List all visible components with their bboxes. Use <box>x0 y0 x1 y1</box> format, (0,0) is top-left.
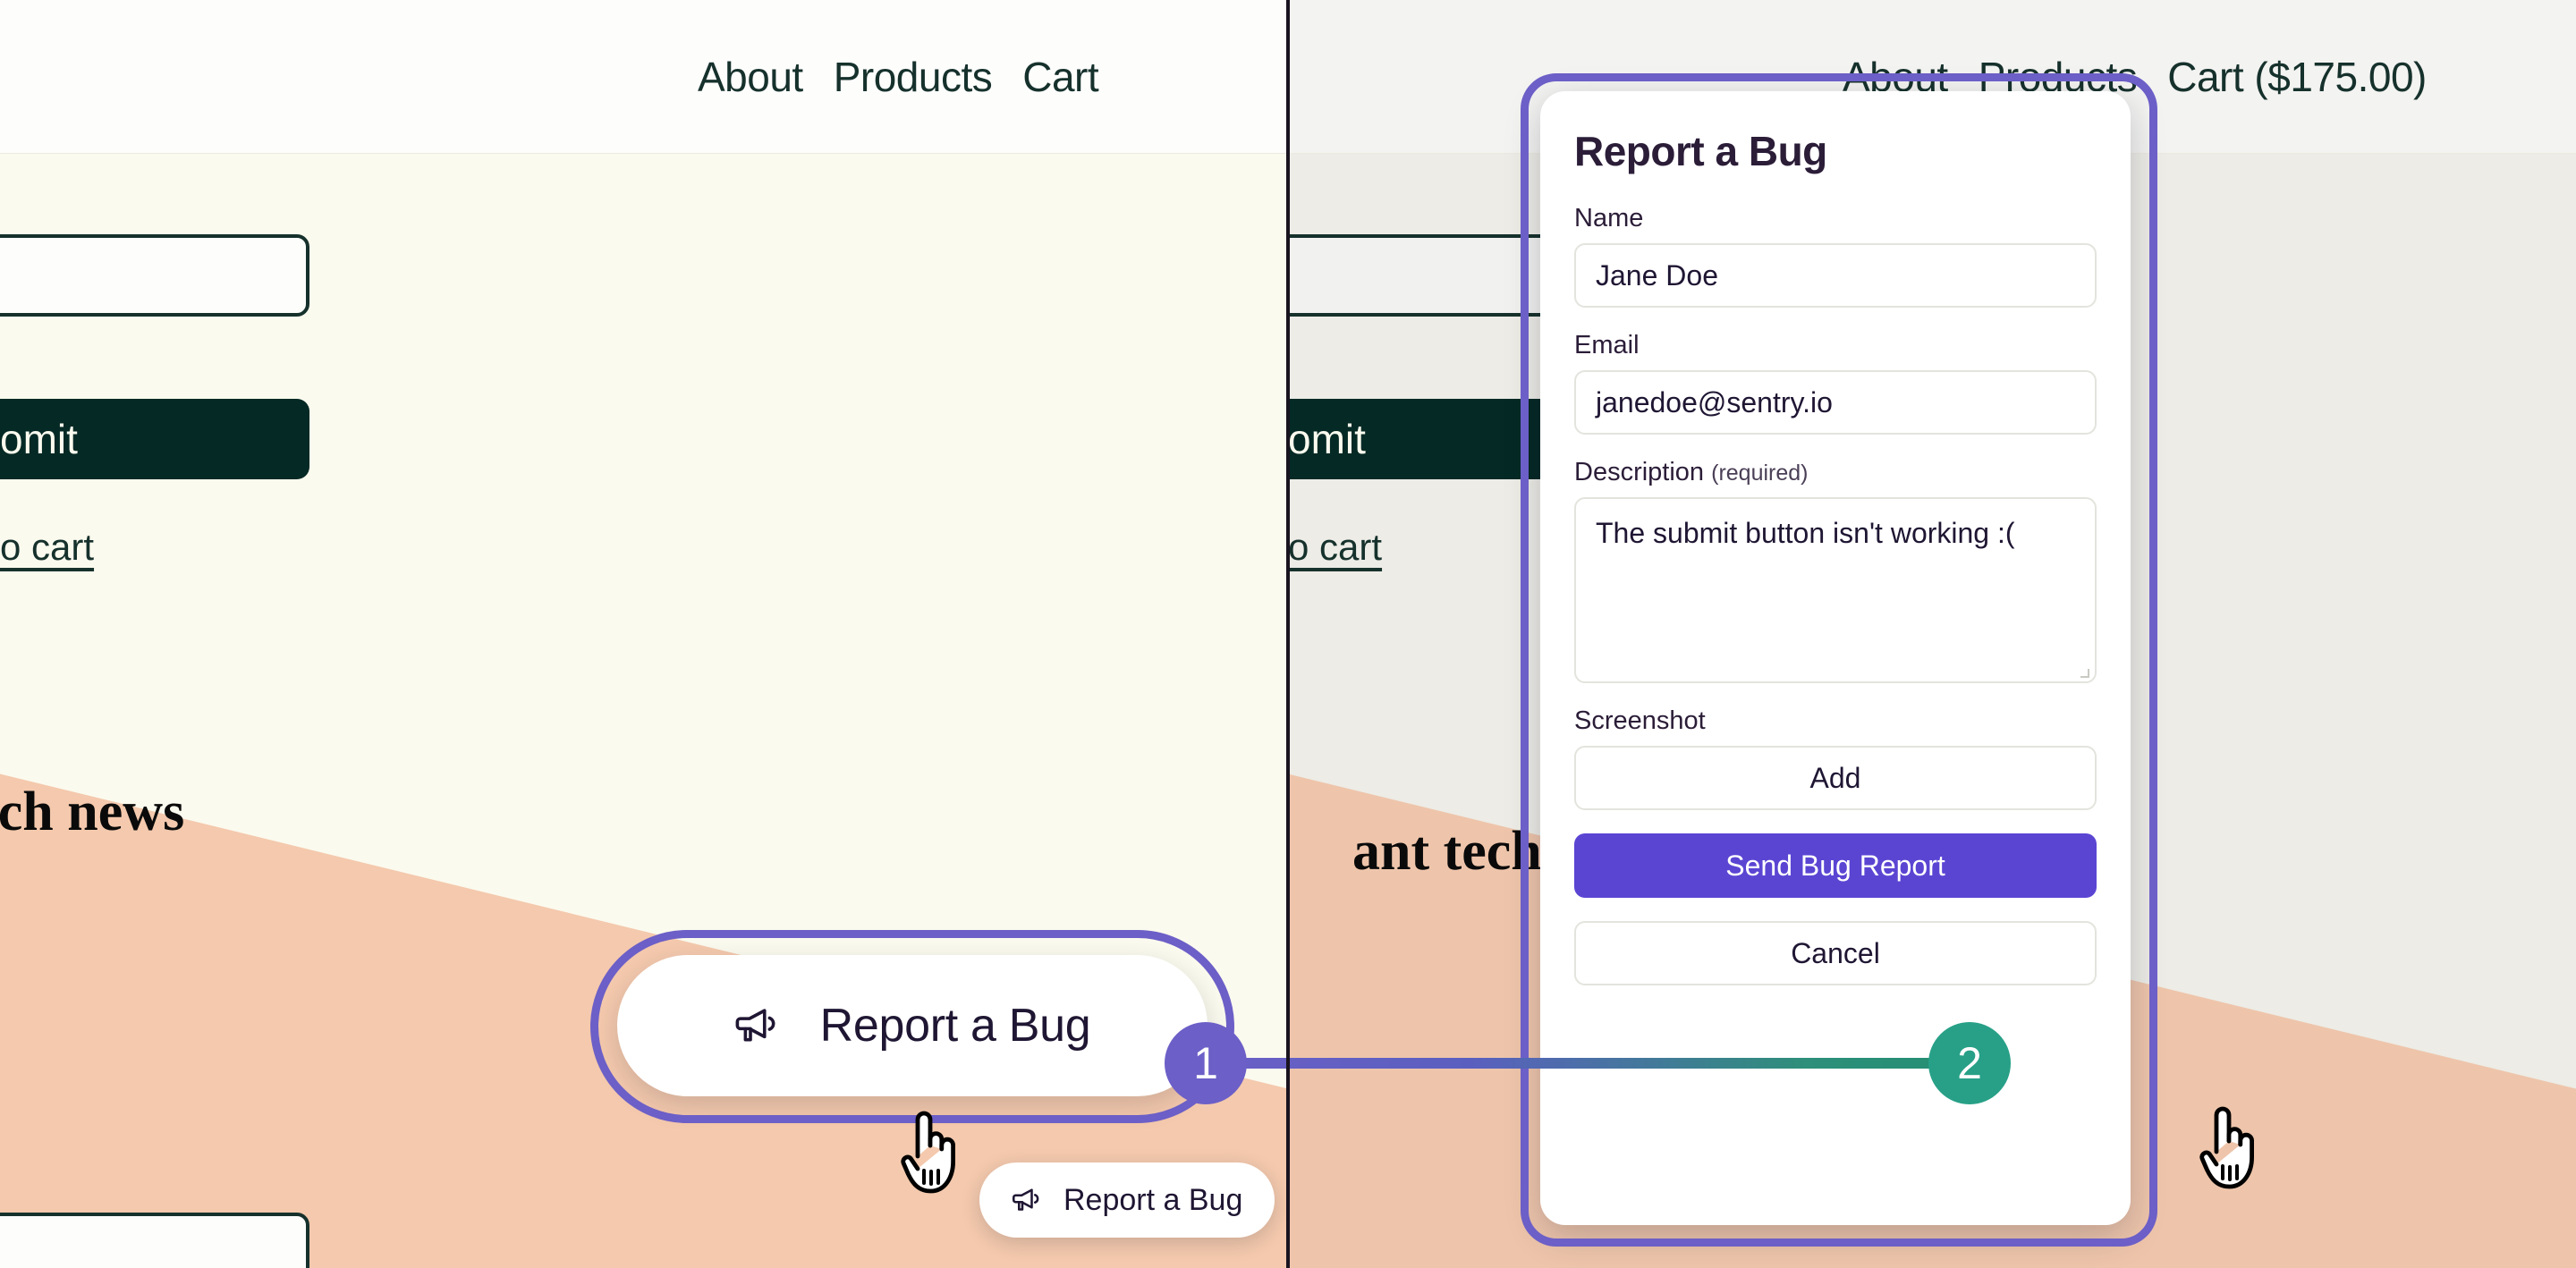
add-screenshot-button[interactable]: Add <box>1574 746 2097 810</box>
report-a-bug-button[interactable]: Report a Bug <box>617 955 1208 1096</box>
name-input[interactable]: Jane Doe <box>1574 243 2097 308</box>
description-label-text: Description <box>1574 458 1705 486</box>
step-connector-line <box>1199 1058 1977 1069</box>
nav-link-products[interactable]: Products <box>834 53 993 101</box>
dialog-title: Report a Bug <box>1574 128 1827 174</box>
nav-link-about[interactable]: About <box>698 53 803 101</box>
form-field-3[interactable] <box>0 1213 309 1268</box>
megaphone-icon <box>1012 1187 1044 1213</box>
nav-link-cart[interactable]: Cart ($175.00) <box>2167 53 2427 101</box>
panel-divider <box>1286 0 1290 1268</box>
cancel-button[interactable]: Cancel <box>1574 921 2097 985</box>
description-required-text: (required) <box>1711 461 1809 486</box>
hand-cursor-step-2 <box>2196 1098 2264 1196</box>
form-field-2[interactable] <box>0 234 309 317</box>
add-to-cart-link[interactable]: o cart <box>0 526 94 569</box>
add-to-cart-link[interactable]: o cart <box>1288 526 1382 569</box>
hand-cursor-step-1 <box>897 1103 965 1200</box>
site-nav-left: About Products Cart <box>0 0 1288 154</box>
send-bug-report-button[interactable]: Send Bug Report <box>1574 833 2097 898</box>
screenshot-label: Screenshot <box>1574 706 1706 735</box>
description-label: Description (required) <box>1574 458 2097 487</box>
resize-grip-icon[interactable] <box>2080 669 2089 678</box>
report-a-bug-widget-label: Report a Bug <box>1063 1182 1243 1217</box>
megaphone-icon <box>734 1005 783 1046</box>
step-marker-1: 1 <box>1165 1022 1247 1104</box>
report-a-bug-dialog: Report a Bug Name Jane Doe Email janedoe… <box>1540 91 2131 1225</box>
email-input[interactable]: janedoe@sentry.io <box>1574 370 2097 435</box>
description-textarea[interactable]: The submit button isn't working :( <box>1574 497 2097 683</box>
description-textarea-value: The submit button isn't working :( <box>1596 517 2015 549</box>
page-headline: ant tech news <box>0 782 185 842</box>
name-label: Name <box>1574 204 1644 232</box>
report-a-bug-widget[interactable]: Report a Bug <box>979 1162 1275 1238</box>
submit-button[interactable]: omit <box>0 399 309 479</box>
report-a-bug-button-label: Report a Bug <box>819 1000 1091 1052</box>
screenshot-stage: omit o cart ant tech news About Products… <box>0 0 2576 1268</box>
email-label: Email <box>1574 331 1640 359</box>
nav-link-cart[interactable]: Cart <box>1022 53 1098 101</box>
page-body-left: omit o cart ant tech news <box>0 154 1288 1268</box>
step-marker-2: 2 <box>1928 1022 2011 1104</box>
